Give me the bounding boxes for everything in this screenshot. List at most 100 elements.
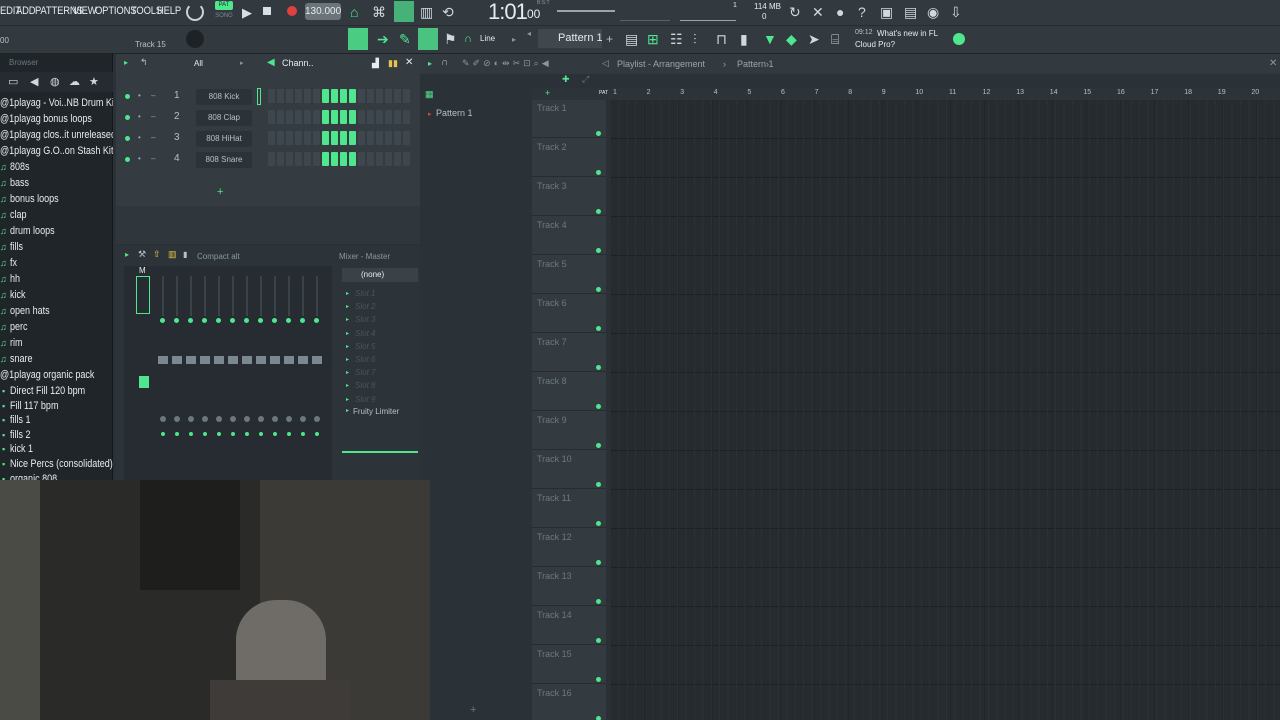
volume-knob[interactable]: ‒: [151, 154, 155, 163]
fader-handle[interactable]: [200, 356, 210, 364]
route-dot[interactable]: [189, 432, 193, 436]
step-button[interactable]: [322, 131, 329, 145]
pattern-prev-icon[interactable]: ◂: [527, 29, 531, 38]
fader-handle[interactable]: [228, 356, 238, 364]
pan-dot[interactable]: [244, 318, 249, 323]
step-button[interactable]: [358, 152, 365, 166]
browser-item[interactable]: ♫@1playag organic pack: [0, 368, 113, 383]
pan-dot[interactable]: [202, 318, 207, 323]
track-header[interactable]: Track 2: [532, 139, 606, 177]
route-dot[interactable]: [203, 432, 207, 436]
tag-icon[interactable]: ◆: [786, 32, 797, 46]
step-button[interactable]: [268, 131, 275, 145]
step-button[interactable]: [376, 152, 383, 166]
playlist-options-icon[interactable]: ▸: [428, 59, 432, 68]
filter-arrow-icon[interactable]: ▸: [240, 59, 244, 67]
pan-knob[interactable]: •: [138, 91, 141, 100]
browser-item[interactable]: ♫ 808s: [0, 160, 113, 175]
step-button[interactable]: [268, 152, 275, 166]
send-knob[interactable]: [160, 416, 166, 422]
track-mute-dot[interactable]: [596, 365, 601, 370]
news-line-2[interactable]: Cloud Pro?: [855, 40, 895, 49]
pan-dot[interactable]: [272, 318, 277, 323]
step-button[interactable]: [385, 131, 392, 145]
send-knob[interactable]: [272, 416, 278, 422]
master-volume-slider[interactable]: [557, 10, 615, 12]
channel-name[interactable]: 808 Clap: [196, 110, 252, 126]
track-mute-dot[interactable]: [596, 482, 601, 487]
pat-mode-button[interactable]: PAT: [215, 1, 233, 10]
pan-dot[interactable]: [286, 318, 291, 323]
pan-dot[interactable]: [300, 318, 305, 323]
rack-presets-icon[interactable]: ▮: [183, 250, 187, 259]
add-channel-button[interactable]: +: [217, 186, 223, 198]
step-edit-icon[interactable]: ▥: [420, 5, 433, 19]
route-dot[interactable]: [259, 432, 263, 436]
browser-item[interactable]: ♫ hh: [0, 272, 113, 287]
step-button[interactable]: [394, 152, 401, 166]
mixer-strip[interactable]: [228, 276, 238, 476]
browser-files-icon[interactable]: ▭: [8, 75, 18, 89]
menu-add[interactable]: ADD: [16, 5, 36, 17]
send-knob[interactable]: [216, 416, 222, 422]
step-button[interactable]: [340, 131, 347, 145]
countdown-button[interactable]: [394, 1, 414, 22]
fruity-limiter-slot[interactable]: Fruity Limiter: [353, 407, 399, 416]
effect-slot[interactable]: ▸ Slot 2: [340, 301, 420, 313]
effect-slot[interactable]: ▸ Slot 8: [340, 380, 420, 392]
step-button[interactable]: [286, 131, 293, 145]
track-header[interactable]: Track 4: [532, 217, 606, 255]
metronome-icon[interactable]: ⌂: [350, 5, 358, 19]
arrow-right-icon[interactable]: ➔: [377, 32, 389, 46]
browser-item[interactable]: ▪ fills 1: [0, 413, 113, 428]
send-knob[interactable]: [286, 416, 292, 422]
add-pattern-icon[interactable]: +: [606, 32, 613, 46]
step-button[interactable]: [367, 110, 374, 124]
pan-knob[interactable]: •: [138, 112, 141, 121]
step-button[interactable]: [331, 89, 338, 103]
fader-handle[interactable]: [158, 356, 168, 364]
track-header[interactable]: Track 9: [532, 412, 606, 450]
browser-item[interactable]: ♫ fills: [0, 240, 113, 255]
route-dot[interactable]: [231, 432, 235, 436]
render-icon[interactable]: ▣: [880, 5, 893, 19]
track-header[interactable]: Track 1: [532, 100, 606, 138]
browser-item[interactable]: ♫@1playag - Voi..NB Drum Kit): [0, 96, 113, 111]
step-button[interactable]: [277, 89, 284, 103]
step-button[interactable]: [394, 110, 401, 124]
track-mute-dot[interactable]: [596, 404, 601, 409]
pan-dot[interactable]: [230, 318, 235, 323]
pan-knob[interactable]: •: [138, 154, 141, 163]
track-header[interactable]: Track 8: [532, 373, 606, 411]
send-knob[interactable]: [258, 416, 264, 422]
playlist-view-button[interactable]: [348, 28, 368, 50]
browser-item[interactable]: ▪ Nice Percs (consolidated): [0, 457, 113, 472]
browser-item[interactable]: ♫ drum loops: [0, 224, 113, 239]
step-button[interactable]: [358, 110, 365, 124]
track-mute-dot[interactable]: [596, 131, 601, 136]
step-button[interactable]: [376, 131, 383, 145]
pencil-icon[interactable]: ✎: [399, 32, 411, 46]
step-button[interactable]: [340, 89, 347, 103]
song-mode-button[interactable]: SONG: [215, 12, 233, 21]
fader-handle[interactable]: [298, 356, 308, 364]
step-button[interactable]: [349, 152, 356, 166]
step-button[interactable]: [340, 152, 347, 166]
fader-handle[interactable]: [256, 356, 266, 364]
browser-item[interactable]: ♫ clap: [0, 208, 113, 223]
snap-arrow-icon[interactable]: ▸: [512, 35, 516, 44]
channel-number[interactable]: 1: [174, 90, 180, 101]
wait-record-icon[interactable]: ⌘: [372, 5, 386, 19]
playlist-close-icon[interactable]: ✕: [1269, 58, 1277, 69]
mixer-strip[interactable]: [214, 276, 224, 476]
send-knob[interactable]: [202, 416, 208, 422]
browser-speaker-icon[interactable]: ◀: [30, 75, 38, 89]
step-button[interactable]: [367, 131, 374, 145]
mic-icon[interactable]: ●: [836, 5, 844, 19]
mixer-tool-icon[interactable]: ⚒: [138, 249, 146, 260]
browser-star-icon[interactable]: ★: [89, 75, 99, 89]
step-button[interactable]: [295, 110, 302, 124]
step-sequencer-icon[interactable]: ▮▮: [388, 58, 398, 69]
menu-help[interactable]: HELP: [157, 5, 181, 17]
route-select[interactable]: (none): [342, 268, 418, 282]
